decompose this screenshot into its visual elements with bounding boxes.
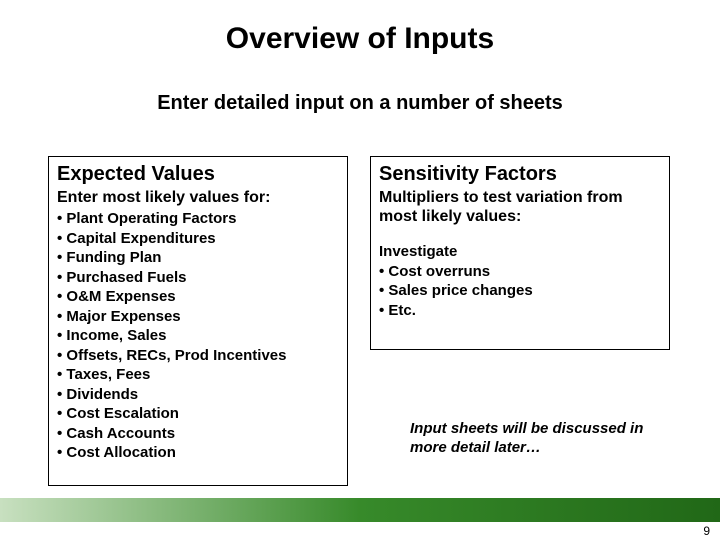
list-item-label: Purchased Fuels bbox=[66, 269, 186, 286]
list-item-label: Cost Escalation bbox=[66, 405, 179, 422]
expected-values-heading: Expected Values bbox=[57, 163, 339, 186]
list-item: • Cost Allocation bbox=[57, 443, 339, 463]
footer-note: Input sheets will be discussed in more d… bbox=[410, 420, 680, 458]
list-item-label: Income, Sales bbox=[66, 327, 166, 344]
list-item: • Cost Escalation bbox=[57, 404, 339, 424]
list-item: • Cost overruns bbox=[379, 262, 661, 282]
list-item: • Plant Operating Factors bbox=[57, 209, 339, 229]
list-item-label: Taxes, Fees bbox=[66, 366, 150, 383]
list-item-label: Plant Operating Factors bbox=[66, 210, 236, 227]
slide: Overview of Inputs Enter detailed input … bbox=[0, 0, 720, 540]
list-item: • Funding Plan bbox=[57, 248, 339, 268]
investigate-block: Investigate • Cost overruns • Sales pric… bbox=[379, 242, 661, 320]
list-item-label: Capital Expenditures bbox=[66, 230, 215, 247]
list-item-label: Sales price changes bbox=[388, 282, 532, 299]
list-item: • Etc. bbox=[379, 301, 661, 321]
expected-values-sub: Enter most likely values for: bbox=[57, 188, 339, 207]
list-item-label: Major Expenses bbox=[66, 308, 180, 325]
list-item: • Capital Expenditures bbox=[57, 229, 339, 249]
list-item-label: O&M Expenses bbox=[66, 288, 175, 305]
page-number: 9 bbox=[703, 524, 710, 538]
slide-subtitle: Enter detailed input on a number of shee… bbox=[0, 92, 720, 115]
list-item: • Dividends bbox=[57, 385, 339, 405]
list-item-label: Offsets, RECs, Prod Incentives bbox=[66, 347, 286, 364]
list-item: • Sales price changes bbox=[379, 281, 661, 301]
list-item: • Major Expenses bbox=[57, 307, 339, 327]
list-item: • Taxes, Fees bbox=[57, 365, 339, 385]
expected-values-box: Expected Values Enter most likely values… bbox=[48, 156, 348, 486]
investigate-label: Investigate bbox=[379, 242, 661, 262]
list-item: • Purchased Fuels bbox=[57, 268, 339, 288]
list-item: • O&M Expenses bbox=[57, 287, 339, 307]
slide-title: Overview of Inputs bbox=[0, 22, 720, 56]
list-item: • Income, Sales bbox=[57, 326, 339, 346]
list-item-label: Cost overruns bbox=[388, 263, 490, 280]
sensitivity-factors-box: Sensitivity Factors Multipliers to test … bbox=[370, 156, 670, 350]
list-item: • Offsets, RECs, Prod Incentives bbox=[57, 346, 339, 366]
footer-gradient-bar bbox=[0, 498, 720, 522]
list-item-label: Cash Accounts bbox=[66, 425, 175, 442]
list-item-label: Dividends bbox=[66, 386, 138, 403]
list-item-label: Etc. bbox=[388, 302, 416, 319]
list-item: • Cash Accounts bbox=[57, 424, 339, 444]
list-item-label: Funding Plan bbox=[66, 249, 161, 266]
list-item-label: Cost Allocation bbox=[66, 444, 175, 461]
sensitivity-sub: Multipliers to test variation from most … bbox=[379, 188, 661, 226]
sensitivity-heading: Sensitivity Factors bbox=[379, 163, 661, 186]
